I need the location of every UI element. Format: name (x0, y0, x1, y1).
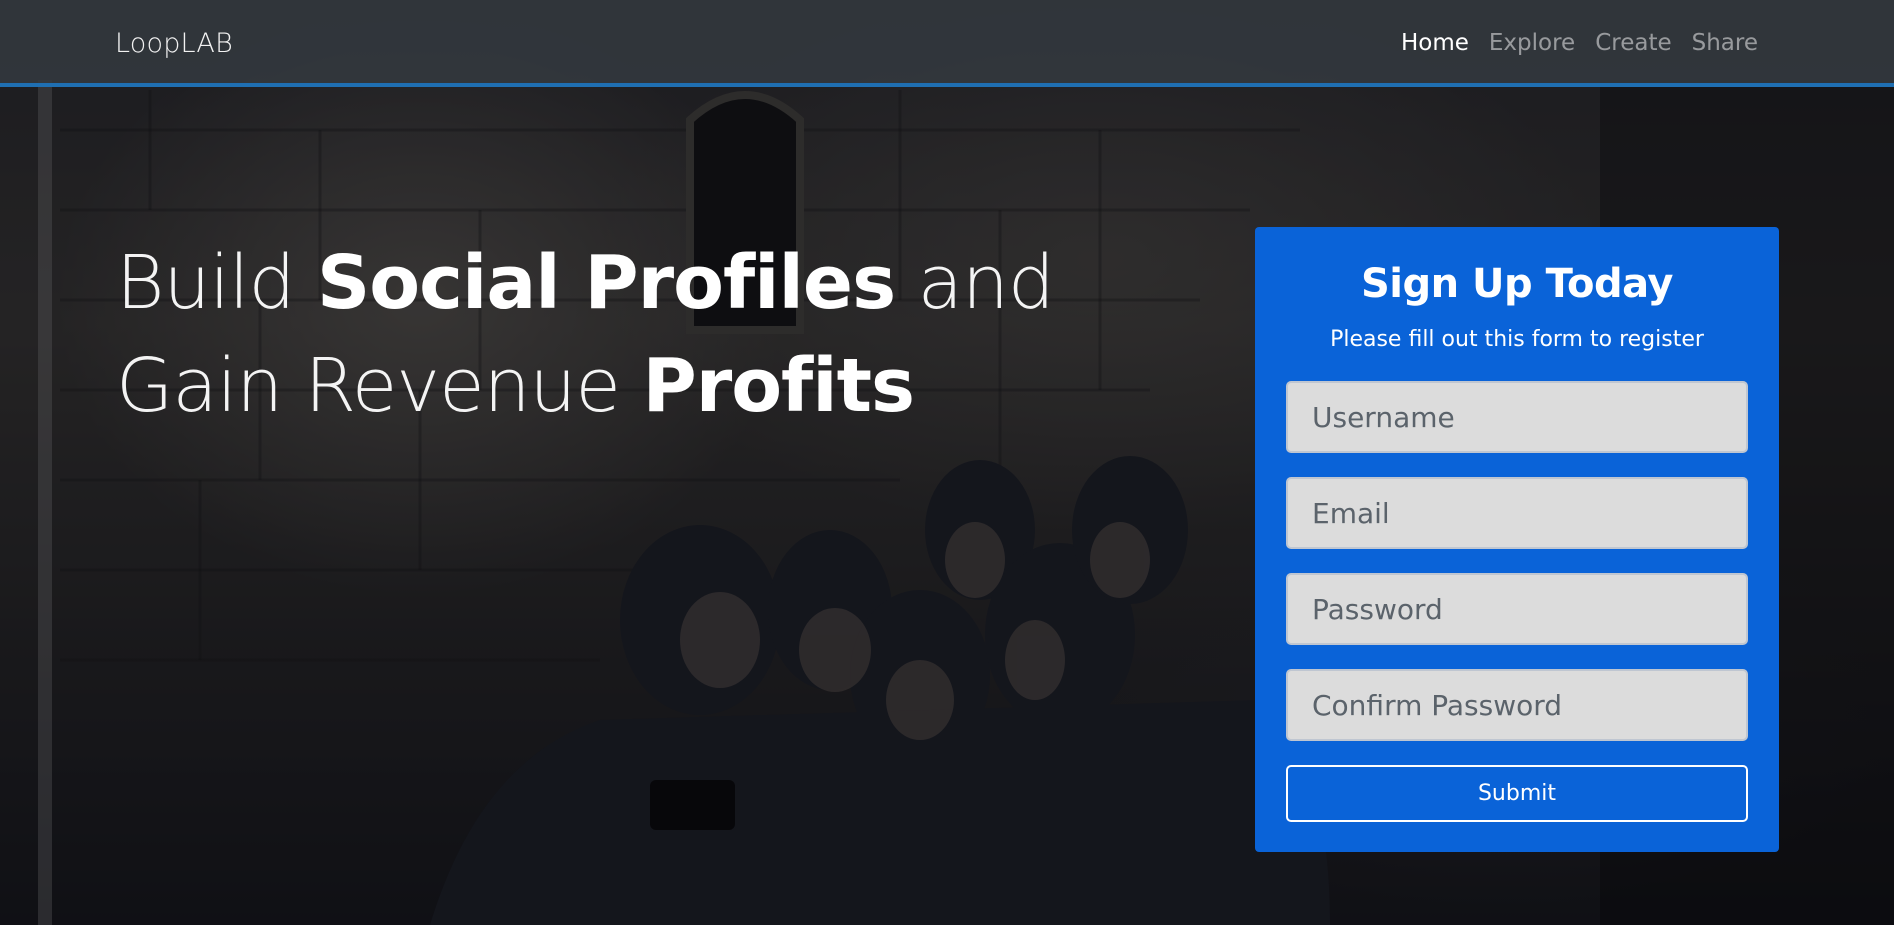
submit-button[interactable]: Submit (1286, 765, 1748, 822)
headline-part-emphasis: Social Profiles (316, 240, 896, 326)
username-input[interactable] (1286, 381, 1748, 453)
landing-page: LoopLAB Home Explore Create Share Build … (0, 0, 1894, 925)
signup-card: Sign Up Today Please fill out this form … (1255, 227, 1779, 852)
headline-part: Build (116, 240, 317, 326)
top-navbar: LoopLAB Home Explore Create Share (0, 0, 1894, 87)
confirm-password-input[interactable] (1286, 669, 1748, 741)
nav-link-share[interactable]: Share (1682, 30, 1768, 56)
email-input[interactable] (1286, 477, 1748, 549)
password-input[interactable] (1286, 573, 1748, 645)
nav-links: Home Explore Create Share (1391, 30, 1768, 56)
nav-link-create[interactable]: Create (1585, 30, 1681, 56)
nav-link-home[interactable]: Home (1391, 30, 1479, 56)
signup-title: Sign Up Today (1360, 261, 1674, 307)
signup-subtitle: Please fill out this form to register (1330, 327, 1704, 352)
brand-logo[interactable]: LoopLAB (115, 28, 233, 59)
headline-part-emphasis: Profits (642, 343, 915, 429)
nav-link-explore[interactable]: Explore (1479, 30, 1585, 56)
hero-headline: Build Social Profiles and Gain Revenue P… (116, 232, 1216, 438)
